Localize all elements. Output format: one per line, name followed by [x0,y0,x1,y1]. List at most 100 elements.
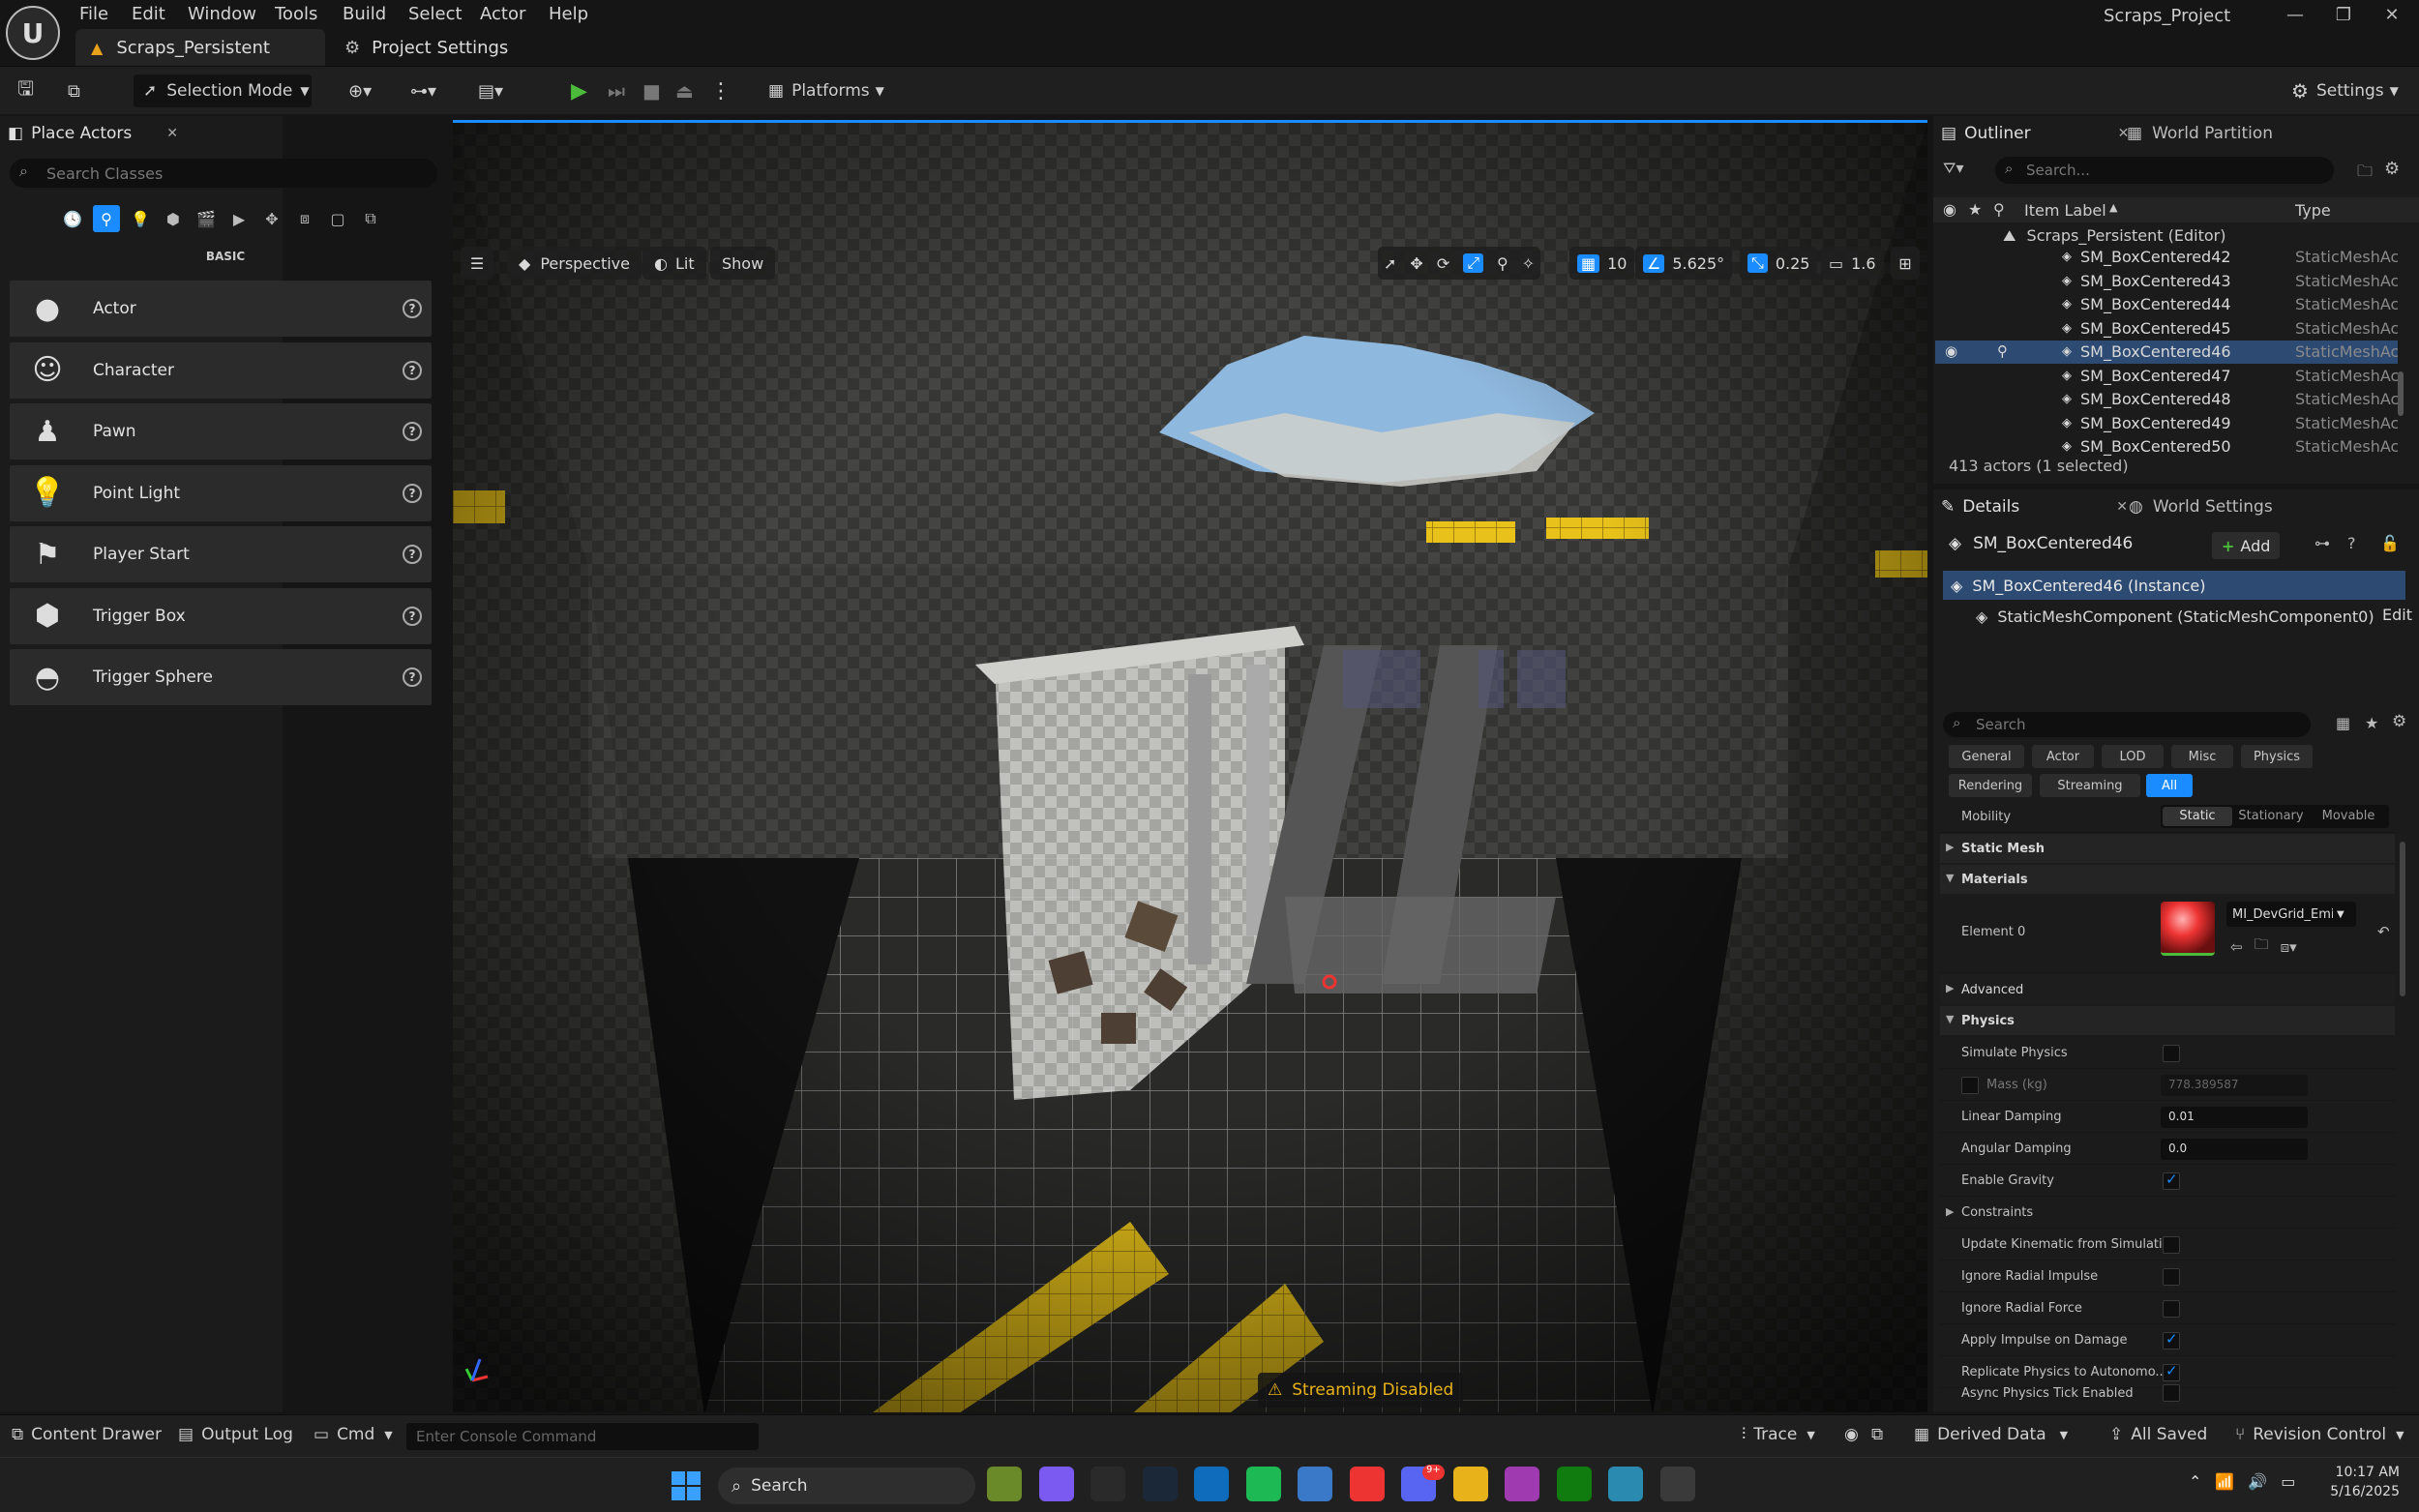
menu-help[interactable]: Help [549,4,588,24]
linear-damping-field[interactable]: 0.01 [2161,1107,2308,1128]
show-button[interactable]: Show [710,247,776,280]
apply-impulse-checkbox[interactable] [2163,1330,2180,1349]
mobility-stationary[interactable]: Stationary [2236,809,2306,823]
filter-chip-lod[interactable]: LOD [2102,745,2164,768]
selection-mode-button[interactable]: ➚ Selection Mode ▼ [134,74,312,107]
constraints-row[interactable]: ▶ Constraints [1940,1197,2395,1229]
chevron-up-icon[interactable]: ⌃ [2189,1472,2201,1491]
tab-place-actors[interactable]: ◧ Place Actors ✕ [8,116,178,151]
outliner-row[interactable]: ◈ SM_BoxCentered45 StaticMeshActor [1935,317,2398,341]
simulate-physics-checkbox[interactable] [2163,1045,2180,1062]
copilot-icon[interactable] [1038,1467,1074,1501]
menu-window[interactable]: Window [188,4,256,24]
unreal-logo-icon[interactable]: U [6,6,60,60]
mass-override-checkbox[interactable] [1961,1077,1979,1094]
blueprints-icon[interactable]: ⊶▾ [410,74,436,107]
item-label-header[interactable]: Item Label [2024,201,2106,220]
start-icon[interactable] [672,1471,701,1500]
taskbar-search[interactable]: ⌕ Search [718,1468,975,1504]
actor-row-actor[interactable]: ● Actor? [10,281,432,337]
menu-edit[interactable]: Edit [132,4,165,24]
close-icon[interactable]: ✕ [2363,0,2419,29]
filter-chip-streaming[interactable]: Streaming [2040,774,2140,797]
actor-row-character[interactable]: ☺ Character? [10,341,432,399]
spotify-icon[interactable] [1245,1467,1281,1501]
angle-snap-button[interactable]: ∠ 5.625° [1635,247,1733,280]
perspective-button[interactable]: ◆ Perspective [507,247,642,280]
maximize-viewport-icon[interactable]: ⊞ [1891,247,1920,280]
filter-chip-rendering[interactable]: Rendering [1949,774,2032,797]
section-materials[interactable]: ▼ Materials [1940,865,2395,894]
battery-icon[interactable]: ▭ [2281,1472,2295,1491]
gear-icon[interactable]: ⚙ [2392,712,2406,731]
add-component-button[interactable]: + Add [2212,532,2281,559]
help-icon[interactable]: ? [403,483,422,503]
all-saved-button[interactable]: ⇪ All Saved [2109,1417,2207,1452]
platforms-button[interactable]: ▦ Platforms ▼ [768,74,884,107]
select-tool-icon[interactable]: ➚ [1384,254,1396,273]
save-icon[interactable]: 🖫 [17,74,34,107]
steam-icon[interactable] [1142,1467,1178,1501]
console-command-input[interactable]: Enter Console Command [406,1423,759,1450]
translate-tool-icon[interactable]: ✥ [1410,254,1422,273]
angular-damping-field[interactable]: 0.0 [2161,1139,2308,1160]
modes-icon[interactable]: ⧉ [358,206,383,231]
play-icon[interactable]: ▶ [571,74,587,107]
xbox-icon[interactable] [1556,1467,1592,1501]
shapes-icon[interactable]: ⬢ [161,206,186,231]
section-advanced[interactable]: ▶ Advanced [1940,975,2395,1004]
world-local-icon[interactable]: ⚲ [1497,254,1508,273]
record-icon[interactable]: ◉ [1844,1417,1859,1452]
tab-details[interactable]: ✎ Details ✕ [1941,489,2128,524]
menu-build[interactable]: Build [343,4,386,24]
visibility-icon[interactable]: ◉ [1945,342,1957,360]
eject-icon[interactable]: ⏏ [675,74,694,107]
lights-icon[interactable]: 💡 [128,206,153,231]
update-kinematic-checkbox[interactable] [2163,1236,2180,1254]
menu-select[interactable]: Select [408,4,463,24]
search-classes-input[interactable]: ⌕ Search Classes [10,159,437,188]
photos-icon[interactable] [1298,1467,1332,1501]
output-log-button[interactable]: ▤ Output Log [178,1417,293,1452]
ignore-radial-impulse-checkbox[interactable] [2163,1268,2180,1286]
menu-actor[interactable]: Actor [480,4,525,24]
help-icon[interactable]: ? [403,422,422,441]
tab-outliner[interactable]: ▤ Outliner ✕ [1941,116,2129,151]
outliner-row[interactable]: ◈ SM_BoxCentered50 StaticMeshActor [1935,435,2398,459]
unreal-editor-icon[interactable] [1659,1467,1695,1501]
actor-row-pawn[interactable]: ♟ Pawn? [10,403,432,460]
tab-world-partition[interactable]: ▦ World Partition [2127,116,2273,151]
help-icon[interactable]: ? [403,299,422,318]
content-drawer-button[interactable]: ⧉ Content Drawer [12,1417,162,1452]
all-classes-icon[interactable]: ⧈ [292,206,317,231]
mobility-static[interactable]: Static [2163,807,2232,826]
volumes-icon[interactable]: ✥ [259,206,284,231]
pick-icon[interactable]: ⧈▾ [2281,938,2297,956]
blueprint-icon[interactable]: ⊶ [2314,534,2330,552]
section-static-mesh[interactable]: ▶ Static Mesh [1940,834,2395,863]
add-folder-icon[interactable]: 🗀 [2357,161,2373,187]
outliner-row[interactable]: ◈ SM_BoxCentered48 StaticMeshActor [1935,388,2398,411]
filter-chip-actor[interactable]: Actor [2032,745,2094,768]
mobility-movable[interactable]: Movable [2312,809,2385,823]
app-icon[interactable] [1505,1467,1539,1501]
tab-scraps-persistent[interactable]: ▲ Scraps_Persistent [75,29,325,66]
epic-games-icon[interactable] [1090,1467,1125,1501]
enable-gravity-checkbox[interactable] [2163,1171,2180,1190]
actor-row-player-start[interactable]: ⚑ Player Start? [10,526,432,582]
volume-icon[interactable]: 🔊 [2248,1472,2267,1491]
outlook-icon[interactable] [1194,1467,1229,1501]
gpu-app-icon[interactable] [987,1467,1022,1501]
outliner-scrollbar[interactable] [2398,371,2404,416]
close-icon[interactable]: ✕ [166,126,178,141]
help-icon[interactable]: ? [403,667,422,687]
tab-world-settings[interactable]: ◍ World Settings [2129,489,2273,524]
trace-button[interactable]: ⫶ Trace ▼ [1742,1417,1815,1452]
lock-icon[interactable]: 🔓 [2380,534,2400,552]
browse-icon[interactable]: ⧉ [68,74,80,107]
menu-file[interactable]: File [79,4,108,24]
actor-row-trigger-box[interactable]: ⬢ Trigger Box? [10,587,432,644]
pin-icon[interactable]: ⚲ [1997,342,2008,360]
outliner-row[interactable]: ◈ SM_BoxCentered42 StaticMeshActor [1935,246,2398,269]
camera-speed-button[interactable]: ▭ 1.6 [1821,247,1884,280]
